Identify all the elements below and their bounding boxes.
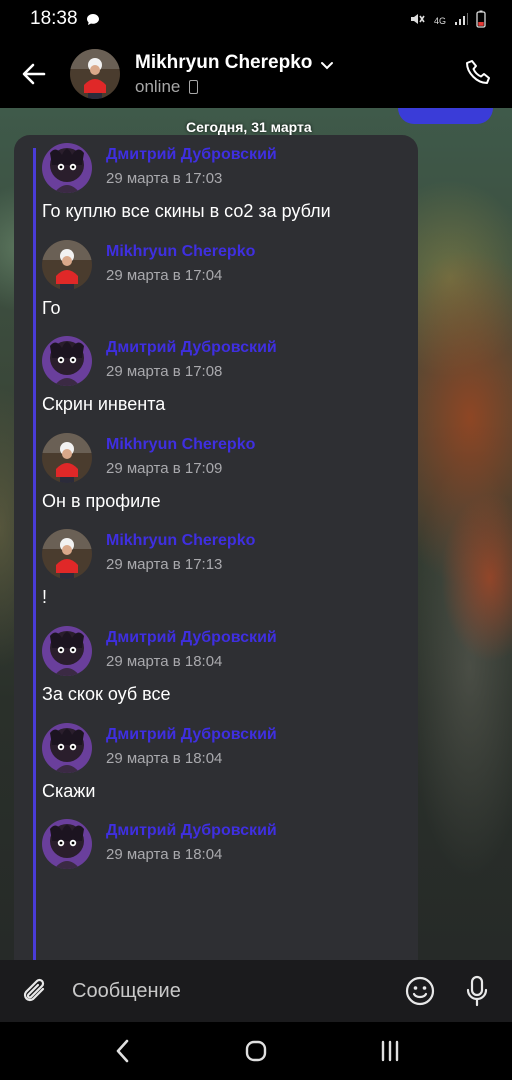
- author-avatar[interactable]: [42, 432, 92, 483]
- forwarded-message[interactable]: Дмитрий Дубровский 29 марта в 18:04 За ско…: [42, 626, 412, 723]
- forward-author[interactable]: Mikhryun Cherepko: [106, 436, 255, 454]
- nav-recent-apps-icon: [381, 1040, 399, 1062]
- forward-date: 29 марта в 17:04: [106, 266, 223, 284]
- emoji-button[interactable]: [404, 975, 436, 1007]
- signal-icon: [454, 12, 468, 31]
- forward-date: 29 марта в 18:04: [106, 749, 223, 767]
- attach-button[interactable]: [21, 975, 51, 1007]
- paperclip-icon: [23, 978, 45, 1002]
- forward-indicator-line: [33, 148, 36, 960]
- emoji-icon: [405, 976, 435, 1006]
- forward-date: 29 марта в 18:04: [106, 846, 223, 864]
- contact-status: online: [135, 77, 181, 96]
- forward-date: 29 марта в 17:03: [106, 170, 223, 187]
- forward-text: За скок оуб все: [42, 684, 171, 704]
- status-time: 18:38: [30, 8, 78, 29]
- forward-text: Го: [42, 297, 61, 318]
- forward-author[interactable]: Дмитрий Дубровский: [106, 726, 277, 744]
- contact-name[interactable]: Mikhryun Cherepko: [135, 52, 312, 74]
- navigation-bar: [0, 1022, 512, 1080]
- forward-author[interactable]: Дмитрий Дубровский: [106, 822, 277, 840]
- author-avatar[interactable]: [42, 336, 92, 387]
- author-avatar[interactable]: [42, 722, 92, 773]
- author-avatar[interactable]: [42, 529, 92, 580]
- nav-home-button[interactable]: [244, 1039, 268, 1063]
- forward-author[interactable]: Mikhryun Cherepko: [106, 532, 255, 550]
- nav-home-icon: [245, 1040, 267, 1062]
- forward-date: 29 марта в 18:04: [106, 653, 223, 670]
- forwarded-message[interactable]: Дмитрий Дубровский 29 марта в 18:04: [42, 819, 412, 916]
- forwarded-message[interactable]: Mikhryun Cherepko 29 марта в 17:09 Он в пр…: [42, 432, 412, 530]
- chevron-down-icon[interactable]: [320, 58, 334, 76]
- forwarded-message[interactable]: Mikhryun Cherepko 29 марта в 17:04 Го: [42, 239, 412, 337]
- forward-date: 29 марта в 17:13: [106, 556, 223, 574]
- microphone-icon: [466, 975, 488, 1007]
- phone-call-icon: [466, 60, 490, 84]
- forward-author[interactable]: Дмитрий Дубровский: [106, 629, 277, 647]
- forwarded-message[interactable]: Дмитрий Дубровский 29 марта в 17:03 Го куп…: [42, 143, 412, 240]
- battery-icon: [476, 10, 486, 33]
- network-label: 4G: [433, 16, 446, 26]
- forward-author[interactable]: Дмитрий Дубровский: [106, 339, 277, 357]
- nav-back-icon: [116, 1039, 129, 1063]
- forward-author[interactable]: Дмитрий Дубровский: [106, 146, 277, 164]
- forwarded-message[interactable]: Mikhryun Cherepko 29 марта в 17:13!: [42, 529, 412, 626]
- mobile-icon: [189, 80, 198, 94]
- forwarded-message[interactable]: Дмитрий Дубровский 29 марта в 17:08 Скрин …: [42, 336, 412, 433]
- forward-text: Го куплю все скины в со2 за рубли: [42, 201, 331, 221]
- chat-area[interactable]: Сегодня, 31 марта Дмитрий Дубровский 29 м…: [0, 108, 512, 960]
- call-button[interactable]: [464, 58, 494, 88]
- author-avatar[interactable]: [42, 819, 92, 870]
- author-avatar[interactable]: [42, 239, 92, 290]
- mute-icon: [408, 10, 426, 33]
- date-separator: Сегодня, 31 марта: [186, 119, 312, 135]
- forward-author[interactable]: Mikhryun Cherepko: [106, 243, 255, 261]
- voice-message-button[interactable]: [462, 974, 492, 1008]
- forward-text: Скажи: [42, 780, 96, 801]
- contact-avatar[interactable]: [70, 49, 120, 99]
- nav-recent-apps-button[interactable]: [378, 1040, 402, 1062]
- forward-date: 29 марта в 17:09: [106, 459, 223, 477]
- status-bar: 18:38 4G: [0, 0, 512, 38]
- back-arrow-icon: [22, 63, 46, 85]
- author-avatar[interactable]: [42, 626, 92, 676]
- message-composer: [0, 960, 512, 1022]
- back-button[interactable]: [20, 60, 48, 88]
- author-avatar[interactable]: [42, 143, 92, 193]
- forward-text: !: [42, 587, 48, 608]
- message-input[interactable]: [72, 974, 382, 1008]
- forward-date: 29 марта в 17:08: [106, 363, 223, 381]
- forward-text: Он в профиле: [42, 490, 161, 511]
- chat-notification-icon: [86, 13, 100, 31]
- nav-back-button[interactable]: [112, 1038, 134, 1064]
- chat-header: Mikhryun Cherepko online: [0, 38, 512, 108]
- forward-text: Скрин инвента: [42, 394, 166, 415]
- forwarded-message[interactable]: Дмитрий Дубровский 29 марта в 18:04 Скажи: [42, 722, 412, 820]
- previous-message-bubble[interactable]: [398, 108, 493, 124]
